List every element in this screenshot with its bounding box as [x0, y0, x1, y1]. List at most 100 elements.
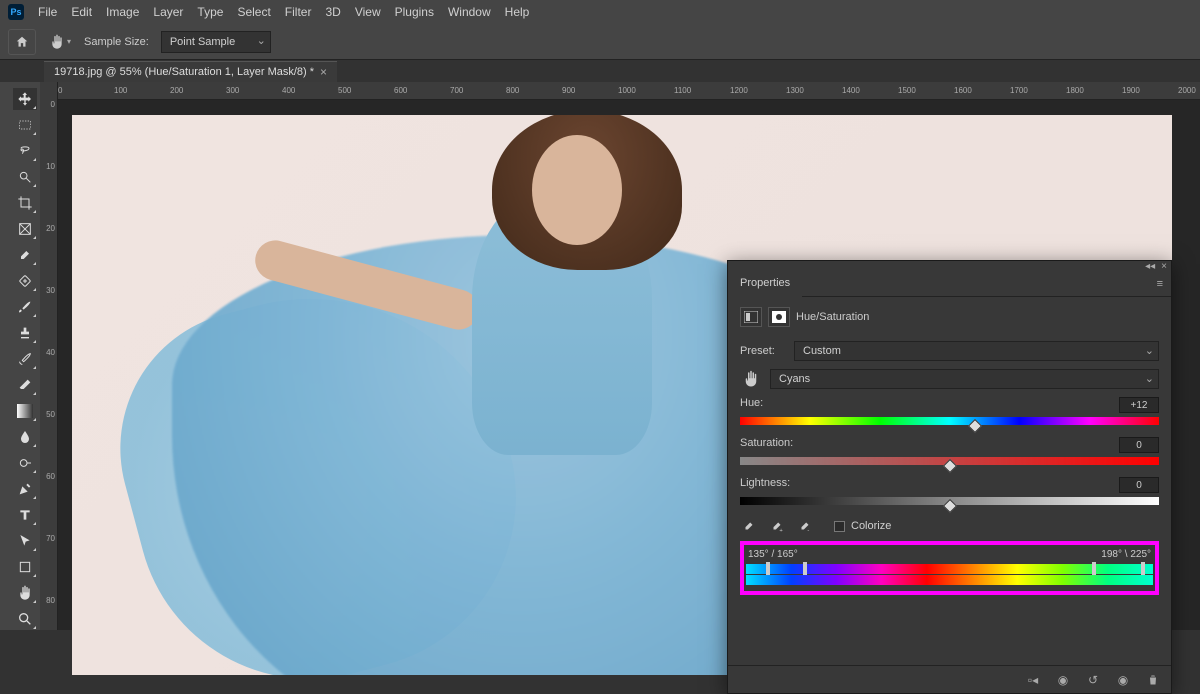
current-tool-icon[interactable]: ▾ — [48, 30, 72, 54]
menu-select[interactable]: Select — [237, 5, 270, 19]
panel-menu-icon[interactable]: ≡ — [1157, 278, 1163, 290]
menu-edit[interactable]: Edit — [71, 5, 92, 19]
crop-tool[interactable] — [13, 192, 37, 214]
panel-dock-left — [0, 82, 10, 630]
zoom-tool[interactable] — [13, 608, 37, 630]
healing-tool[interactable] — [13, 270, 37, 292]
menu-3d[interactable]: 3D — [325, 5, 340, 19]
close-icon[interactable]: × — [320, 65, 327, 79]
menu-file[interactable]: File — [38, 5, 57, 19]
canvas-area: 0100200300400500600700800900100011001200… — [58, 82, 1200, 630]
canvas[interactable]: ◂◂ × Properties ≡ Hue/Saturat — [58, 100, 1200, 630]
ruler-tick: 30 — [46, 286, 55, 295]
eyedropper-subtract-icon[interactable]: - — [796, 517, 814, 535]
document-tab-strip: 19718.jpg @ 55% (Hue/Saturation 1, Layer… — [0, 60, 1200, 82]
path-select-tool[interactable] — [13, 530, 37, 552]
pen-tool[interactable] — [13, 478, 37, 500]
panel-grip[interactable]: ◂◂ × — [728, 261, 1171, 271]
svg-text:-: - — [807, 528, 809, 533]
menu-type[interactable]: Type — [197, 5, 223, 19]
menu-filter[interactable]: Filter — [285, 5, 312, 19]
channel-value: Cyans — [779, 373, 810, 385]
lightness-label: Lightness: — [740, 477, 790, 493]
frame-tool[interactable] — [13, 218, 37, 240]
adjustment-icon[interactable] — [740, 307, 762, 327]
ruler-tick: 900 — [562, 86, 575, 95]
saturation-slider[interactable] — [740, 457, 1159, 465]
menu-layer[interactable]: Layer — [153, 5, 183, 19]
ruler-tick: 50 — [46, 410, 55, 419]
hand-tool[interactable] — [13, 582, 37, 604]
color-range-slider-bottom[interactable] — [746, 575, 1153, 585]
ruler-tick: 600 — [394, 86, 407, 95]
eyedropper-add-icon[interactable]: + — [768, 517, 786, 535]
visibility-icon[interactable]: ◉ — [1115, 672, 1131, 688]
ruler-tick: 700 — [450, 86, 463, 95]
quick-select-tool[interactable] — [13, 166, 37, 188]
preset-dropdown[interactable]: Custom — [794, 341, 1159, 361]
eyedropper-icon[interactable] — [740, 517, 758, 535]
shape-tool[interactable] — [13, 556, 37, 578]
blur-tool[interactable] — [13, 426, 37, 448]
dodge-tool[interactable] — [13, 452, 37, 474]
eyedropper-tool[interactable] — [13, 244, 37, 266]
color-range-slider-top[interactable] — [746, 564, 1153, 574]
eraser-tool[interactable] — [13, 374, 37, 396]
mask-icon[interactable] — [768, 307, 790, 327]
close-panel-icon[interactable]: × — [1161, 261, 1167, 272]
hue-slider[interactable] — [740, 417, 1159, 425]
type-tool[interactable] — [13, 504, 37, 526]
ruler-tick: 1900 — [1122, 86, 1140, 95]
stamp-tool[interactable] — [13, 322, 37, 344]
menu-view[interactable]: View — [355, 5, 381, 19]
range-left-label: 135° / 165° — [748, 549, 798, 560]
range-right-label: 198° \ 225° — [1101, 549, 1151, 560]
ruler-tick: 200 — [170, 86, 183, 95]
menu-image[interactable]: Image — [106, 5, 139, 19]
ruler-tick: 1700 — [1010, 86, 1028, 95]
menu-help[interactable]: Help — [505, 5, 530, 19]
properties-panel: ◂◂ × Properties ≡ Hue/Saturat — [727, 260, 1172, 694]
ruler-tick: 0 — [51, 100, 55, 109]
properties-tab[interactable]: Properties — [728, 271, 802, 297]
ruler-tick: 0 — [58, 86, 62, 95]
ruler-tick: 1000 — [618, 86, 636, 95]
targeted-adjust-icon[interactable] — [740, 369, 762, 389]
channel-dropdown[interactable]: Cyans — [770, 369, 1159, 389]
adjustment-title: Hue/Saturation — [796, 311, 869, 323]
history-brush-tool[interactable] — [13, 348, 37, 370]
clip-to-layer-icon[interactable]: ▫◂ — [1025, 672, 1041, 688]
document-tab[interactable]: 19718.jpg @ 55% (Hue/Saturation 1, Layer… — [44, 61, 337, 82]
move-tool[interactable] — [13, 88, 37, 110]
home-button[interactable] — [8, 29, 36, 55]
ruler-tick: 800 — [506, 86, 519, 95]
ruler-tick: 400 — [282, 86, 295, 95]
hue-value-input[interactable]: +12 — [1119, 397, 1159, 413]
chevron-down-icon: ▾ — [67, 37, 71, 46]
tools-panel — [10, 82, 40, 630]
lightness-value-input[interactable]: 0 — [1119, 477, 1159, 493]
ruler-tick: 1400 — [842, 86, 860, 95]
document-tab-title: 19718.jpg @ 55% (Hue/Saturation 1, Layer… — [54, 66, 314, 78]
marquee-tool[interactable] — [13, 114, 37, 136]
colorize-checkbox[interactable] — [834, 521, 845, 532]
gradient-tool[interactable] — [13, 400, 37, 422]
ruler-tick: 40 — [46, 348, 55, 357]
trash-icon[interactable] — [1145, 672, 1161, 688]
collapse-icon[interactable]: ◂◂ — [1145, 261, 1155, 272]
ruler-tick: 1200 — [730, 86, 748, 95]
lasso-tool[interactable] — [13, 140, 37, 162]
colorize-label: Colorize — [851, 520, 891, 532]
view-previous-icon[interactable]: ◉ — [1055, 672, 1071, 688]
app-logo: Ps — [8, 4, 24, 20]
brush-tool[interactable] — [13, 296, 37, 318]
lightness-slider[interactable] — [740, 497, 1159, 505]
menu-bar: Ps File Edit Image Layer Type Select Fil… — [0, 0, 1200, 24]
sample-size-label: Sample Size: — [84, 36, 149, 48]
preset-value: Custom — [803, 345, 841, 357]
reset-icon[interactable]: ↺ — [1085, 672, 1101, 688]
sample-size-dropdown[interactable]: Point Sample — [161, 31, 271, 53]
menu-window[interactable]: Window — [448, 5, 491, 19]
menu-plugins[interactable]: Plugins — [395, 5, 434, 19]
saturation-value-input[interactable]: 0 — [1119, 437, 1159, 453]
